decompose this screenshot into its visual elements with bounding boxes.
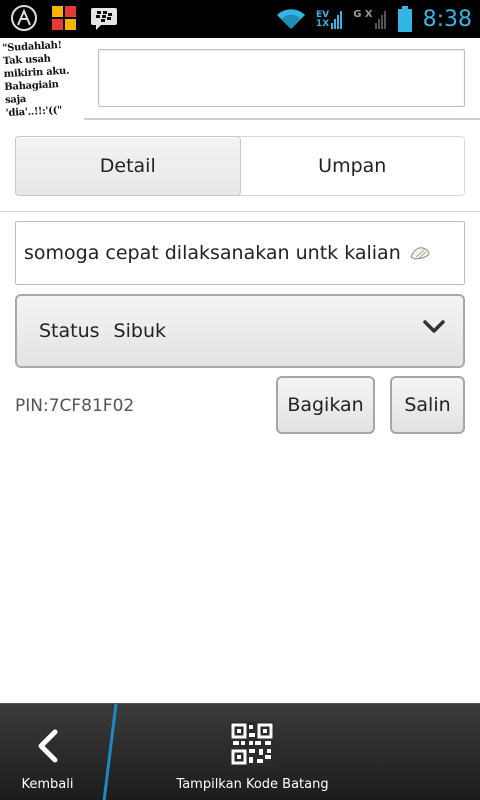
data-network-indicator: G X [353,9,386,29]
battery-icon [397,6,412,32]
praying-hands-emoji-icon [410,247,430,260]
bbm-profile-screen: EV 1X G X 8:38 "Sudahlah! Tak usah mikir… [0,0,480,800]
back-arrow-icon [38,729,58,763]
avatar[interactable]: "Sudahlah! Tak usah mikirin aku. Bahagia… [0,38,84,119]
qr-code-icon [230,722,274,766]
signal-bars-icon [331,11,343,29]
show-barcode-button[interactable]: Tampilkan Kode Batang [150,704,355,800]
tiles-app-icon [52,6,76,30]
personal-message-text: somoga cepat dilaksanakan untk kalian [24,242,401,264]
status-value: Sibuk [113,320,166,342]
bar-separator [102,704,118,800]
copy-button[interactable]: Salin [390,376,465,434]
tab-umpan[interactable]: Umpan [241,137,465,195]
status-label: Status [39,320,100,342]
tab-detail[interactable]: Detail [15,136,241,196]
network-type-bottom: 1X [315,19,330,29]
data-type-label: G X [353,9,373,20]
mobile-network-indicator: EV 1X [316,9,343,29]
bottom-action-bar: Kembali Tampilkan Kode Batang [0,703,480,800]
bbm-notification-icon [91,8,117,30]
display-name-field[interactable] [98,49,465,107]
share-button[interactable]: Bagikan [276,376,375,434]
app-launcher-icon [11,5,37,31]
tab-bar: Detail Umpan [15,136,465,196]
personal-message-field[interactable]: somoga cepat dilaksanakan untk kalian [15,221,465,285]
back-button[interactable]: Kembali [0,704,108,800]
profile-header: "Sudahlah! Tak usah mikirin aku. Bahagia… [0,38,480,119]
status-dropdown[interactable]: Status Sibuk [15,294,465,368]
back-label: Kembali [21,777,74,792]
wifi-icon [276,9,305,30]
pin-label: PIN:7CF81F02 [15,396,135,416]
chevron-down-icon [423,320,445,333]
clock: 8:38 [422,6,472,32]
data-signal-icon [374,11,386,29]
show-barcode-label: Tampilkan Kode Batang [176,777,329,792]
avatar-caption: "Sudahlah! Tak usah mikirin aku. Bahagia… [2,39,70,119]
tabs-divider [0,211,480,212]
status-bar: EV 1X G X 8:38 [0,0,480,38]
header-divider [84,118,480,120]
